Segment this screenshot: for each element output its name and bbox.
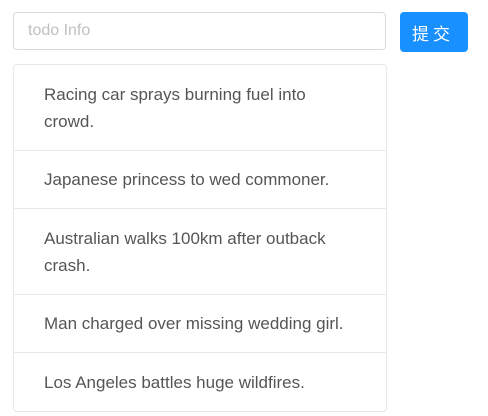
list-item: Racing car sprays burning fuel into crow…: [14, 65, 386, 151]
todo-list: Racing car sprays burning fuel into crow…: [13, 64, 387, 412]
list-item-text: Los Angeles battles huge wildfires.: [44, 372, 305, 392]
submit-button[interactable]: 提交: [400, 12, 468, 52]
list-item: Man charged over missing wedding girl.: [14, 295, 386, 353]
todo-info-input[interactable]: [13, 12, 386, 50]
list-item-text: Man charged over missing wedding girl.: [44, 314, 344, 333]
list-item: Australian walks 100km after outback cra…: [14, 209, 386, 295]
list-item-text: Racing car sprays burning fuel into crow…: [44, 84, 306, 131]
list-item-text: Australian walks 100km after outback cra…: [44, 228, 326, 275]
todo-app: 提交 Racing car sprays burning fuel into c…: [0, 0, 488, 416]
list-item: Japanese princess to wed commoner.: [14, 151, 386, 209]
list-item-text: Japanese princess to wed commoner.: [44, 170, 330, 189]
list-item: Los Angeles battles huge wildfires.: [14, 353, 386, 411]
